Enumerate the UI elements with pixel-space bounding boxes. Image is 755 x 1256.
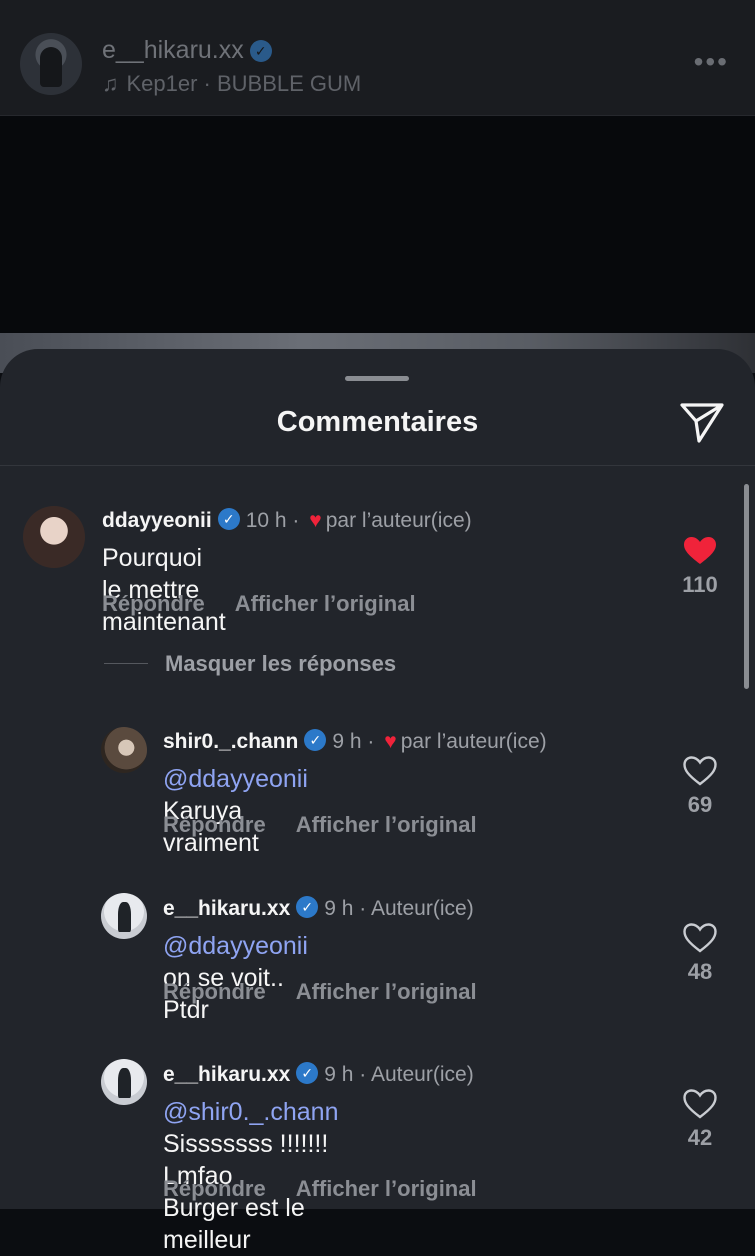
reply-button[interactable]: Répondre: [163, 812, 266, 837]
heart-outline-icon[interactable]: [683, 1089, 717, 1119]
verified-icon: ✓: [217, 508, 240, 531]
hide-replies-line: [104, 663, 148, 664]
share-icon[interactable]: [679, 401, 725, 443]
comment-meta: ddayyeonii ✓ 10 h · ♥ par l’auteur(ice): [102, 508, 472, 532]
like-control[interactable]: 69: [670, 756, 730, 818]
like-control[interactable]: 110: [670, 536, 730, 598]
comment-actions: Répondre Afficher l’original: [163, 979, 477, 1005]
reply-button[interactable]: Répondre: [102, 591, 205, 616]
verified-icon: ✓: [249, 40, 272, 63]
comment-actions: Répondre Afficher l’original: [102, 591, 416, 617]
like-count: 42: [687, 1125, 713, 1150]
avatar[interactable]: [101, 893, 147, 939]
heart-icon: ♥: [384, 730, 397, 753]
liked-by-author-label: par l’auteur(ice): [400, 730, 547, 753]
see-original-button[interactable]: Afficher l’original: [296, 812, 477, 837]
author-label: Auteur(ice): [370, 1063, 474, 1086]
comment-username[interactable]: e__hikaru.xx: [163, 1063, 290, 1086]
comment-time: 9 h: [332, 730, 362, 753]
sheet-divider: [0, 465, 755, 466]
verified-icon: ✓: [296, 1062, 319, 1085]
like-control[interactable]: 48: [670, 923, 730, 985]
scrollbar[interactable]: [744, 484, 749, 689]
comment-time: 10 h: [245, 509, 287, 532]
comment-username[interactable]: shir0._.chann: [163, 730, 298, 753]
author-label: Auteur(ice): [370, 897, 474, 920]
comment-actions: Répondre Afficher l’original: [163, 812, 477, 838]
heart-filled-icon[interactable]: [683, 536, 717, 566]
comment-actions: Répondre Afficher l’original: [163, 1176, 477, 1202]
avatar[interactable]: [101, 1059, 147, 1105]
like-count: 69: [687, 792, 713, 817]
reply-button[interactable]: Répondre: [163, 979, 266, 1004]
post-author-avatar[interactable]: [20, 33, 82, 95]
comment-username[interactable]: ddayyeonii: [102, 509, 212, 532]
liked-by-author-label: par l’auteur(ice): [325, 509, 472, 532]
music-note-icon: ♫: [102, 71, 119, 96]
post-header: e__hikaru.xx ✓ ♫ Kep1er · BUBBLE GUM •••: [0, 0, 755, 116]
avatar[interactable]: [101, 727, 147, 773]
comment-username[interactable]: e__hikaru.xx: [163, 897, 290, 920]
post-music[interactable]: ♫ Kep1er · BUBBLE GUM: [102, 71, 361, 97]
like-control[interactable]: 42: [670, 1089, 730, 1151]
more-options-icon[interactable]: •••: [694, 46, 729, 78]
reply-button[interactable]: Répondre: [163, 1176, 266, 1201]
comment-text: @ddayyeonii Karuya vraiment: [163, 763, 308, 859]
mention-link[interactable]: @ddayyeonii: [163, 765, 308, 793]
post-author[interactable]: e__hikaru.xx ✓: [102, 36, 272, 65]
sheet-title: Commentaires: [276, 406, 479, 438]
see-original-button[interactable]: Afficher l’original: [296, 979, 477, 1004]
post-video: [0, 116, 755, 336]
mention-link[interactable]: @ddayyeonii: [163, 932, 308, 960]
heart-outline-icon[interactable]: [683, 756, 717, 786]
post-author-username[interactable]: e__hikaru.xx: [102, 36, 244, 64]
hide-replies-button[interactable]: Masquer les réponses: [165, 651, 396, 677]
comment-meta: e__hikaru.xx ✓ 9 h · Auteur(ice): [163, 1062, 474, 1086]
comment-meta: shir0._.chann ✓ 9 h · ♥ par l’auteur(ice): [163, 729, 547, 753]
verified-icon: ✓: [296, 896, 319, 919]
see-original-button[interactable]: Afficher l’original: [235, 591, 416, 616]
comments-sheet: Commentaires ddayyeonii ✓ 10 h · ♥ par l’au…: [0, 349, 755, 1254]
sheet-drag-handle[interactable]: [345, 376, 409, 381]
see-original-button[interactable]: Afficher l’original: [296, 1176, 477, 1201]
avatar[interactable]: [23, 506, 85, 568]
post-music-label: Kep1er · BUBBLE GUM: [126, 71, 362, 96]
mention-link[interactable]: @shir0._.chann: [163, 1098, 338, 1126]
like-count: 110: [682, 572, 718, 597]
heart-outline-icon[interactable]: [683, 923, 717, 953]
comment-meta: e__hikaru.xx ✓ 9 h · Auteur(ice): [163, 896, 474, 920]
heart-icon: ♥: [309, 509, 322, 532]
comment-text: @ddayyeonii on se voit.. Ptdr: [163, 930, 308, 1026]
comment-text: Pourquoi le mettre maintenant: [102, 544, 226, 636]
comment-time: 9 h: [324, 1063, 354, 1086]
like-count: 48: [687, 959, 713, 984]
comment-body-line-2: Burger est le meilleur: [163, 1194, 305, 1254]
comment-time: 9 h: [324, 897, 354, 920]
verified-icon: ✓: [304, 729, 327, 752]
